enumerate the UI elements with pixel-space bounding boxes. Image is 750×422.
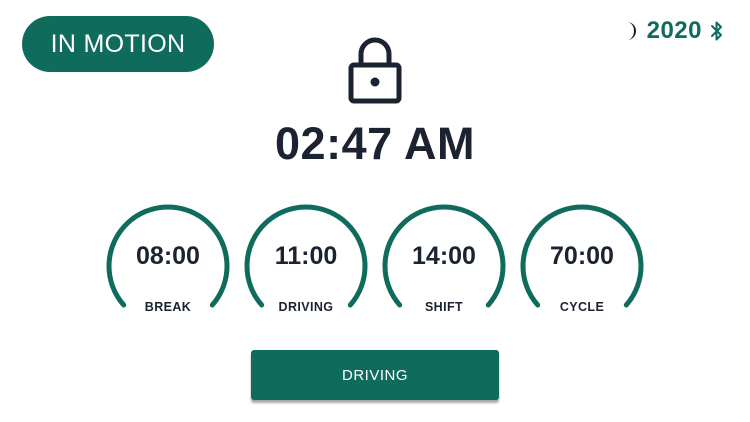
gauge-driving-label: DRIVING [278,300,334,314]
status-badge: IN MOTION [22,16,214,72]
gauge-shift-label: SHIFT [424,300,464,314]
current-time: 02:47 AM [275,118,475,169]
header-status-bar: 2020 [621,14,724,48]
vehicle-number: 2020 [646,17,702,44]
gauge-break: 08:00 BREAK [106,196,230,318]
driving-mode-button[interactable]: DRIVING [251,350,499,400]
gauge-break-value: 08:00 [136,242,200,270]
status-label: IN MOTION [50,29,186,58]
gauge-shift: 14:00 SHIFT [382,196,506,318]
gauge-cycle-label: CYCLE [559,300,605,314]
bluetooth-icon [711,21,722,41]
gauge-driving-value: 11:00 [274,242,338,270]
lock-icon[interactable] [347,36,403,104]
moon-icon[interactable] [621,20,639,42]
gauge-shift-value: 14:00 [412,242,476,270]
gauge-break-label: BREAK [144,300,192,314]
gauge-cycle-value: 70:00 [550,242,614,270]
gauge-driving: 11:00 DRIVING [244,196,368,318]
driving-mode-button-label: DRIVING [341,366,408,384]
gauge-cycle: 70:00 CYCLE [520,196,644,318]
timer-gauges: 08:00 BREAK 11:00 DRIVING 14:00 SHIFT 70… [0,196,750,318]
